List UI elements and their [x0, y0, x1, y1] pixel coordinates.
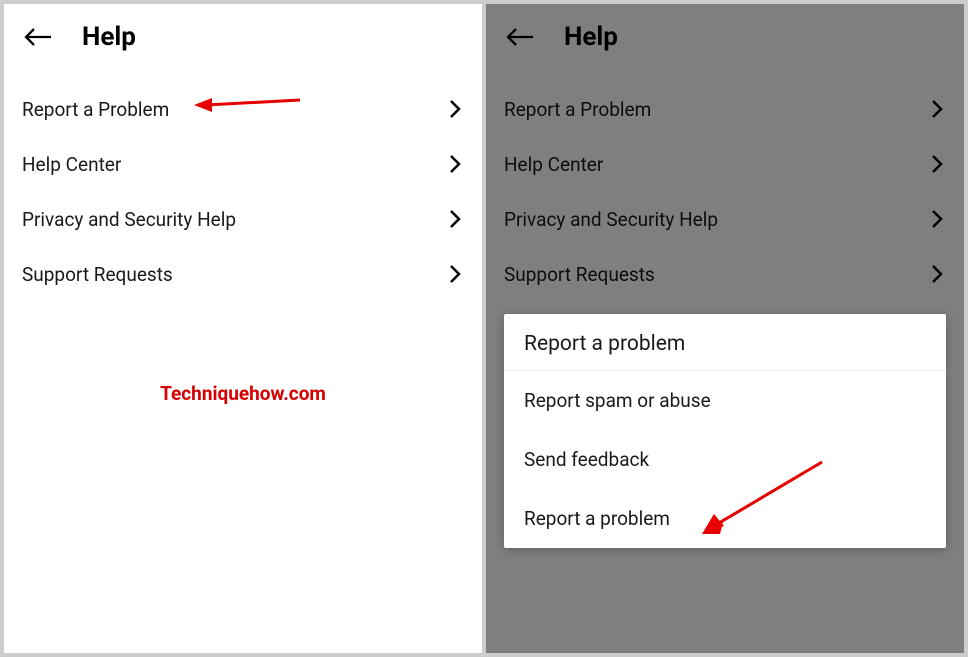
menu-item-label: Report a Problem: [22, 98, 169, 121]
menu-item-label: Support Requests: [22, 263, 173, 286]
menu-item-privacy-security[interactable]: Privacy and Security Help: [486, 192, 964, 247]
menu-item-label: Privacy and Security Help: [504, 208, 718, 231]
menu-item-privacy-security[interactable]: Privacy and Security Help: [4, 192, 482, 247]
chevron-right-icon: [448, 99, 464, 121]
chevron-right-icon: [448, 154, 464, 176]
back-arrow-icon[interactable]: [22, 25, 54, 49]
back-arrow-icon[interactable]: [504, 25, 536, 49]
chevron-right-icon: [930, 209, 946, 231]
page-title: Help: [564, 22, 618, 52]
menu-item-label: Help Center: [22, 153, 121, 176]
menu-item-help-center[interactable]: Help Center: [4, 137, 482, 192]
header: Help: [4, 4, 482, 70]
menu-item-report-problem[interactable]: Report a Problem: [4, 82, 482, 137]
menu-item-label: Report a Problem: [504, 98, 651, 121]
menu-item-label: Support Requests: [504, 263, 655, 286]
popup-option-report-problem[interactable]: Report a problem: [504, 489, 946, 548]
chevron-right-icon: [448, 264, 464, 286]
watermark-text: Techniquehow.com: [4, 382, 482, 405]
menu-item-support-requests[interactable]: Support Requests: [486, 247, 964, 302]
help-screen-right: Help Report a Problem Help Center Privac…: [486, 4, 964, 653]
menu-item-label: Help Center: [504, 153, 603, 176]
chevron-right-icon: [448, 209, 464, 231]
report-problem-popup: Report a problem Report spam or abuse Se…: [504, 314, 946, 548]
chevron-right-icon: [930, 99, 946, 121]
menu-item-help-center[interactable]: Help Center: [486, 137, 964, 192]
chevron-right-icon: [930, 264, 946, 286]
help-screen-left: Help Report a Problem Help Center Privac…: [4, 4, 482, 653]
popup-title: Report a problem: [504, 314, 946, 371]
popup-option-send-feedback[interactable]: Send feedback: [504, 430, 946, 489]
menu-item-label: Privacy and Security Help: [22, 208, 236, 231]
popup-option-report-spam[interactable]: Report spam or abuse: [504, 371, 946, 430]
menu-list: Report a Problem Help Center Privacy and…: [4, 70, 482, 302]
menu-item-report-problem[interactable]: Report a Problem: [486, 82, 964, 137]
header: Help: [486, 4, 964, 70]
chevron-right-icon: [930, 154, 946, 176]
menu-list: Report a Problem Help Center Privacy and…: [486, 70, 964, 302]
menu-item-support-requests[interactable]: Support Requests: [4, 247, 482, 302]
page-title: Help: [82, 22, 136, 52]
